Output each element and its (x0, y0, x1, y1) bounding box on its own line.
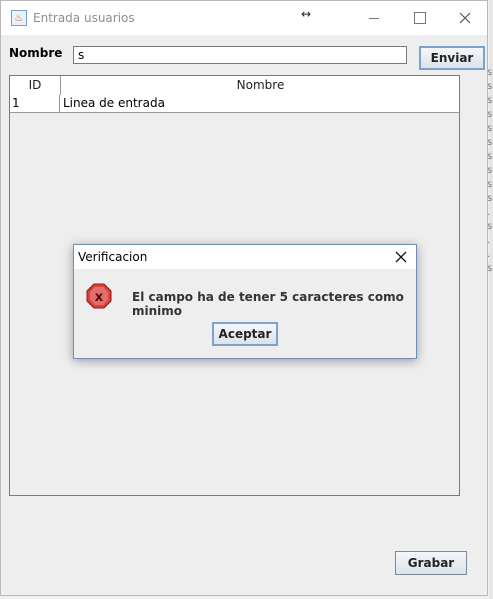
window-title: Entrada usuarios (33, 11, 135, 25)
svg-text:x: x (95, 290, 104, 305)
close-icon (459, 12, 471, 24)
nombre-input[interactable] (73, 46, 407, 64)
enviar-button[interactable]: Enviar (419, 46, 485, 70)
aceptar-button[interactable]: Aceptar (212, 322, 278, 346)
window-titlebar[interactable]: ♨ Entrada usuarios ↔ (1, 1, 487, 35)
table-header: ID Nombre (10, 76, 459, 96)
verification-dialog: Verificacion x El campo ha de tener 5 ca… (73, 244, 417, 359)
cell-id[interactable]: 1 (10, 95, 60, 112)
resize-cursor-icon: ↔ (301, 7, 312, 21)
dialog-title: Verificacion (78, 250, 148, 264)
close-button[interactable] (450, 7, 480, 29)
column-header-id[interactable]: ID (10, 76, 61, 95)
column-header-nombre[interactable]: Nombre (61, 76, 460, 95)
table-row[interactable]: 1 Linea de entrada (10, 95, 459, 113)
maximize-icon (414, 12, 426, 24)
close-icon (395, 251, 407, 263)
dialog-message: El campo ha de tener 5 caracteres como m… (132, 290, 404, 318)
dialog-close-button[interactable] (390, 247, 412, 267)
nombre-label: Nombre (9, 46, 63, 60)
minimize-button[interactable] (359, 7, 389, 29)
minimize-icon (369, 17, 379, 19)
dialog-titlebar[interactable]: Verificacion (74, 245, 416, 269)
java-app-icon: ♨ (11, 10, 27, 26)
cell-nombre[interactable]: Linea de entrada (61, 95, 460, 112)
maximize-button[interactable] (405, 7, 435, 29)
grabar-button[interactable]: Grabar (395, 551, 467, 575)
error-icon: x (86, 283, 112, 309)
